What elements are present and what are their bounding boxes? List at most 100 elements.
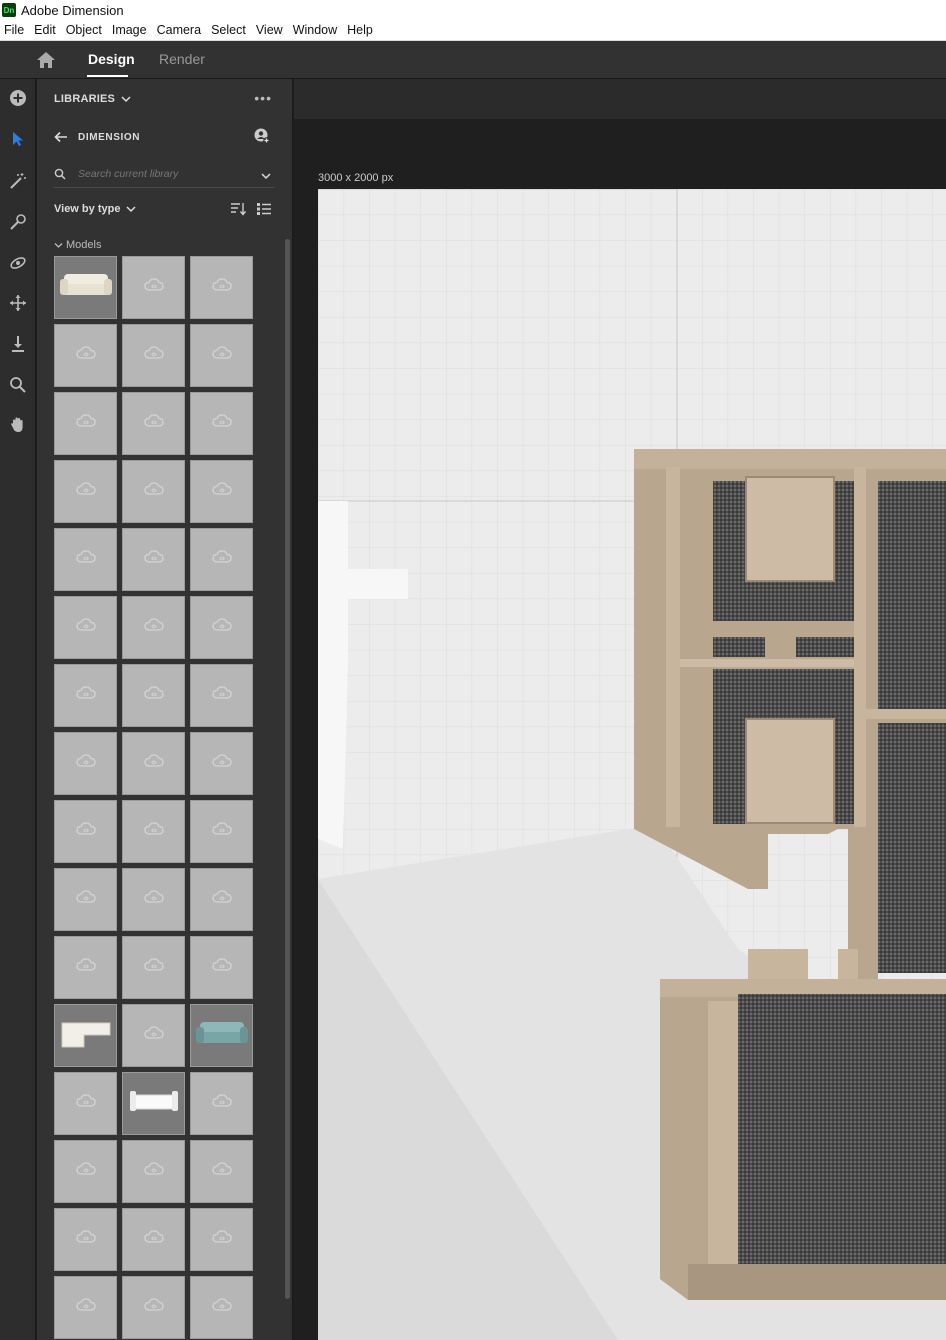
model-thumbnail[interactable] (190, 460, 253, 523)
select-icon[interactable] (6, 127, 30, 151)
model-thumbnail[interactable] (54, 1004, 117, 1067)
model-thumbnail[interactable] (54, 732, 117, 795)
model-thumbnail[interactable] (54, 596, 117, 659)
model-thumbnail[interactable] (54, 256, 117, 319)
cloud-sync-icon (143, 482, 165, 501)
model-thumbnail[interactable] (54, 936, 117, 999)
model-thumbnail[interactable] (190, 1276, 253, 1339)
search-input[interactable] (78, 165, 248, 183)
model-thumbnail[interactable] (122, 1140, 185, 1203)
library-name: DIMENSION (78, 132, 141, 143)
model-thumbnail[interactable] (54, 868, 117, 931)
model-thumbnail[interactable] (190, 1072, 253, 1135)
model-thumbnail[interactable] (190, 528, 253, 591)
model-thumbnail[interactable] (122, 596, 185, 659)
model-thumbnail[interactable] (122, 732, 185, 795)
models-label: Models (66, 239, 102, 251)
model-thumbnail[interactable] (190, 596, 253, 659)
model-thumbnail[interactable] (190, 732, 253, 795)
model-thumbnail[interactable] (190, 324, 253, 387)
model-thumbnail[interactable] (122, 1276, 185, 1339)
model-thumbnail[interactable] (122, 936, 185, 999)
model-thumbnail[interactable] (190, 1004, 253, 1067)
menu-edit[interactable]: Edit (29, 23, 61, 37)
model-thumbnail[interactable] (190, 936, 253, 999)
model-thumbnail[interactable] (190, 392, 253, 455)
model-thumbnail[interactable] (190, 256, 253, 319)
cloud-sync-icon (143, 550, 165, 569)
model-thumbnail[interactable] (54, 1072, 117, 1135)
model-thumbnail[interactable] (54, 528, 117, 591)
hand-icon[interactable] (6, 413, 30, 437)
cloud-sync-icon (143, 414, 165, 433)
add-icon[interactable] (6, 86, 30, 110)
menu-object[interactable]: Object (61, 23, 107, 37)
cloud-sync-icon (143, 618, 165, 637)
pan-move-icon[interactable] (6, 291, 30, 315)
cloud-sync-icon (75, 686, 97, 705)
model-thumbnail[interactable] (54, 1276, 117, 1339)
view-by-label: View by type (54, 203, 121, 215)
menu-help[interactable]: Help (342, 23, 378, 37)
model-thumbnail[interactable] (190, 1140, 253, 1203)
magic-wand-icon[interactable] (6, 169, 30, 193)
menu-camera[interactable]: Camera (152, 23, 206, 37)
tab-render[interactable]: Render (159, 51, 205, 67)
model-thumbnail[interactable] (54, 392, 117, 455)
model-thumbnail[interactable] (122, 800, 185, 863)
cloud-sync-icon (75, 1230, 97, 1249)
zoom-icon[interactable] (6, 373, 30, 397)
menu-file[interactable]: File (0, 23, 29, 37)
cloud-sync-icon (75, 550, 97, 569)
model-preview-icon (194, 1013, 250, 1058)
model-thumbnail[interactable] (122, 256, 185, 319)
menu-image[interactable]: Image (107, 23, 152, 37)
model-thumbnail[interactable] (54, 1208, 117, 1271)
model-thumbnail[interactable] (54, 800, 117, 863)
view-by-dropdown[interactable]: View by type (54, 203, 136, 215)
panel-scrollbar[interactable] (285, 239, 290, 1299)
tab-design[interactable]: Design (88, 51, 135, 67)
model-thumbnail[interactable] (122, 1072, 185, 1135)
menu-view[interactable]: View (251, 23, 288, 37)
menu-select[interactable]: Select (206, 23, 251, 37)
model-thumbnail[interactable] (122, 528, 185, 591)
model-thumbnail[interactable] (122, 1004, 185, 1067)
cloud-sync-icon (143, 278, 165, 297)
model-thumbnail[interactable] (190, 868, 253, 931)
scene-render (318, 189, 946, 1340)
model-thumbnail[interactable] (122, 1208, 185, 1271)
dolly-icon[interactable] (6, 332, 30, 356)
canvas[interactable] (318, 189, 946, 1340)
home-icon[interactable] (36, 51, 56, 69)
add-user-icon[interactable] (254, 128, 270, 144)
sort-icon[interactable] (230, 202, 247, 216)
model-thumbnail[interactable] (122, 460, 185, 523)
more-options-icon[interactable]: ••• (254, 90, 272, 106)
model-thumbnail[interactable] (190, 664, 253, 727)
chevron-down-icon[interactable] (261, 168, 271, 180)
orbit-icon[interactable] (6, 251, 30, 275)
list-view-icon[interactable] (256, 202, 272, 216)
model-thumbnail[interactable] (190, 800, 253, 863)
chevron-down-icon (54, 242, 63, 248)
menu-window[interactable]: Window (288, 23, 342, 37)
cloud-sync-icon (75, 1094, 97, 1113)
cloud-sync-icon (143, 1230, 165, 1249)
model-thumbnail[interactable] (54, 1140, 117, 1203)
cloud-sync-icon (211, 414, 233, 433)
cloud-sync-icon (211, 822, 233, 841)
model-thumbnail[interactable] (122, 664, 185, 727)
sample-icon[interactable] (6, 210, 30, 234)
active-tab-indicator (87, 75, 128, 77)
back-arrow-icon[interactable] (54, 130, 68, 144)
model-thumbnail[interactable] (122, 392, 185, 455)
model-thumbnail[interactable] (122, 868, 185, 931)
libraries-dropdown[interactable]: LIBRARIES (54, 93, 131, 105)
model-thumbnail[interactable] (54, 460, 117, 523)
model-thumbnail[interactable] (190, 1208, 253, 1271)
models-section-header[interactable]: Models (54, 239, 101, 251)
model-thumbnail[interactable] (54, 324, 117, 387)
model-thumbnail[interactable] (122, 324, 185, 387)
model-thumbnail[interactable] (54, 664, 117, 727)
